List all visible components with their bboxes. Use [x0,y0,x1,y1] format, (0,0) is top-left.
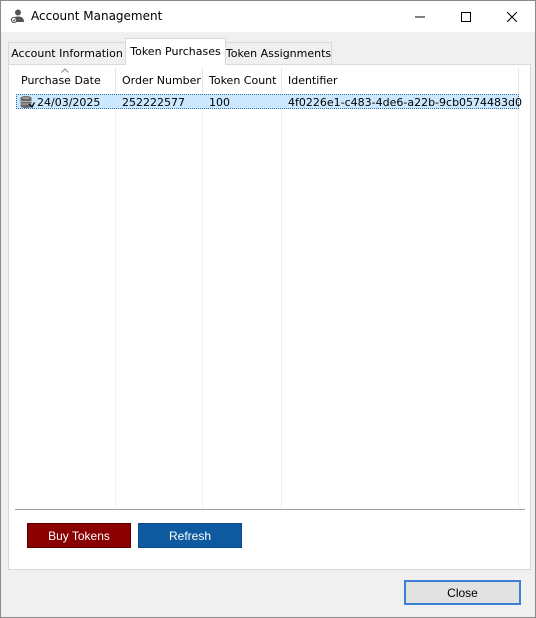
buy-tokens-button[interactable]: Buy Tokens [27,523,131,548]
user-account-icon [10,8,26,24]
minimize-button[interactable] [397,1,443,32]
tab-token-assignments[interactable]: Token Assignments [225,42,332,64]
column-header-identifier[interactable]: Identifier [282,68,518,93]
title-bar: Account Management [1,1,535,32]
database-icon [19,95,36,109]
tab-token-purchases[interactable]: Token Purchases [125,38,226,65]
maximize-icon [461,11,471,22]
column-header-purchase-date[interactable]: Purchase Date [15,68,115,93]
minimize-icon [415,16,425,17]
cell-order-number: 252222577 [122,96,185,109]
maximize-button[interactable] [443,1,489,32]
table-row[interactable]: 24/03/2025 252222577 100 4f0226e1-c483-4… [16,94,523,109]
sort-ascending-icon [61,68,69,73]
column-label: Token Count [209,74,277,87]
refresh-button[interactable]: Refresh [138,523,242,548]
purchases-list-view[interactable]: Purchase Date Order Number Token Count I… [15,68,525,509]
column-gridline [281,93,282,509]
column-label: Purchase Date [21,74,101,87]
cell-purchase-date: 24/03/2025 [37,96,101,109]
column-gridline [115,93,116,509]
token-purchases-panel: Purchase Date Order Number Token Count I… [8,64,531,570]
tab-account-information[interactable]: Account Information [8,42,126,64]
column-gridline [202,93,203,509]
column-header-order-number[interactable]: Order Number [116,68,202,93]
close-icon [507,11,517,22]
column-label: Order Number [122,74,201,87]
cell-identifier: 4f0226e1-c483-4de6-a22b-9cb0574483d0 [288,96,523,109]
account-management-window: Account Management Account Information T… [0,0,536,618]
column-gridline [518,93,519,509]
cell-token-count: 100 [209,96,230,109]
close-window-button[interactable] [489,1,535,32]
column-label: Identifier [288,74,338,87]
window-title: Account Management [31,9,163,23]
column-header-token-count[interactable]: Token Count [203,68,281,93]
close-button[interactable]: Close [404,580,521,605]
separator-line [15,509,525,510]
column-divider[interactable] [518,68,519,93]
